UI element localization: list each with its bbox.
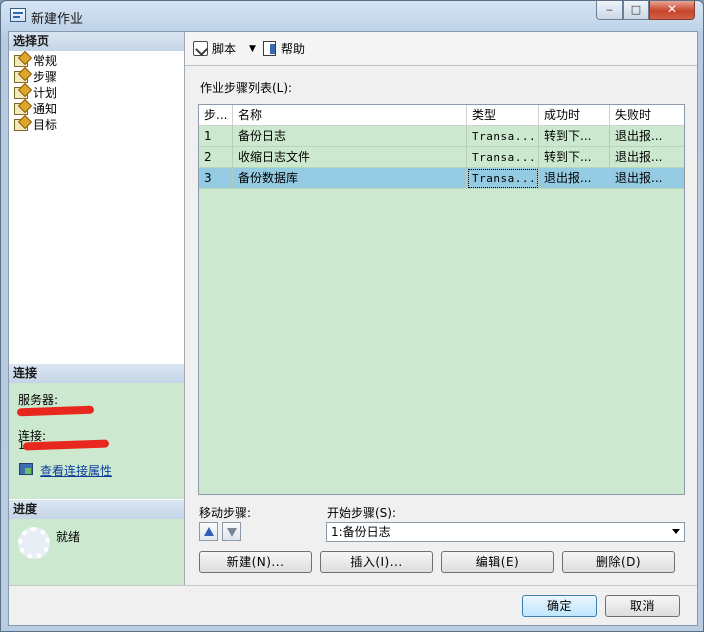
left-panel: 选择页 常规 步骤 计划 通知 目标 连接 服务器: 连接: 1 查看连接属性 … <box>9 32 185 585</box>
nav-item-label: 通知 <box>33 102 58 116</box>
app-icon <box>10 8 26 22</box>
step-number-cell: 1 <box>199 126 233 147</box>
step-type-cell: Transa... <box>467 147 539 168</box>
page-icon <box>14 119 28 131</box>
step-number-cell: 2 <box>199 147 233 168</box>
on-success-cell: 转到下... <box>539 126 610 147</box>
page-icon <box>14 55 28 67</box>
on-failure-cell: 退出报... <box>615 171 663 185</box>
nav-item-general[interactable]: 常规 <box>9 53 184 69</box>
select-page-header: 选择页 <box>9 32 184 51</box>
cancel-button[interactable]: 取消 <box>605 595 680 617</box>
progress-spinner-icon <box>18 527 50 559</box>
on-failure-cell: 退出报... <box>615 129 663 143</box>
help-label: 帮助 <box>281 42 306 56</box>
script-label: 脚本 <box>212 42 237 56</box>
table-row[interactable]: 1 备份日志 Transa... 转到下... 退出报... <box>199 126 684 147</box>
job-steps-list-title: 作业步骤列表(L): <box>200 81 293 95</box>
column-header-type[interactable]: 类型 <box>467 105 539 126</box>
move-down-button[interactable] <box>222 522 241 541</box>
right-panel: 脚本 ▼ 帮助 作业步骤列表(L): 步... 名称 类型 成功时 失败时 1 … <box>185 32 697 585</box>
column-header-on-failure[interactable]: 失败时 <box>610 105 684 126</box>
ok-button[interactable]: 确定 <box>522 595 597 617</box>
page-icon <box>14 87 28 99</box>
redacted-connection <box>22 439 110 451</box>
close-button[interactable]: ✕ <box>649 1 695 20</box>
move-step-label: 移动步骤: <box>199 506 252 520</box>
insert-step-button[interactable]: 插入(I)... <box>320 551 433 573</box>
page-icon <box>14 103 28 115</box>
step-number-cell: 3 <box>199 168 233 189</box>
column-header-name[interactable]: 名称 <box>233 105 467 126</box>
window-title: 新建作业 <box>31 12 84 27</box>
dialog-window: 新建作业 ‒ □ ✕ 选择页 常规 步骤 计划 通知 目标 连接 服务器: 连接… <box>0 0 704 632</box>
delete-step-button[interactable]: 删除(D) <box>562 551 675 573</box>
nav-item-steps[interactable]: 步骤 <box>9 69 184 85</box>
progress-status: 就绪 <box>56 530 81 544</box>
chevron-down-icon[interactable]: ▼ <box>249 41 256 57</box>
connection-properties-icon <box>19 463 33 475</box>
maximize-button[interactable]: □ <box>623 1 649 20</box>
progress-header: 进度 <box>9 500 184 519</box>
new-step-button[interactable]: 新建(N)... <box>199 551 312 573</box>
on-success-cell: 退出报... <box>539 168 610 189</box>
on-failure-cell: 退出报... <box>615 150 663 164</box>
edit-step-button[interactable]: 编辑(E) <box>441 551 554 573</box>
minimize-button[interactable]: ‒ <box>596 1 623 20</box>
step-type-cell: Transa... <box>467 126 539 147</box>
step-name-cell: 备份日志 <box>233 126 467 147</box>
toolbar: 脚本 ▼ 帮助 <box>185 32 697 66</box>
table-row-selected[interactable]: 3 备份数据库 Transa... 退出报... 退出报... <box>199 168 684 189</box>
grid-header-row: 步... 名称 类型 成功时 失败时 <box>199 105 684 126</box>
on-success-cell: 转到下... <box>539 147 610 168</box>
connection-panel: 服务器: 连接: 1 查看连接属性 <box>9 383 184 499</box>
script-button[interactable]: 脚本 ▼ <box>193 41 261 57</box>
nav-item-label: 步骤 <box>33 70 58 84</box>
view-connection-properties-link[interactable]: 查看连接属性 <box>40 462 112 479</box>
redacted-server <box>16 405 95 417</box>
nav-item-label: 计划 <box>33 86 58 100</box>
nav-item-label: 常规 <box>33 54 58 68</box>
table-row[interactable]: 2 收缩日志文件 Transa... 转到下... 退出报... <box>199 147 684 168</box>
step-name-cell: 备份数据库 <box>233 168 467 189</box>
page-icon <box>14 71 28 83</box>
progress-panel: 就绪 <box>9 519 184 585</box>
start-step-value: 1:备份日志 <box>331 525 391 539</box>
help-button[interactable]: 帮助 <box>263 41 315 57</box>
nav-item-notifications[interactable]: 通知 <box>9 101 184 117</box>
footer-divider <box>9 585 697 586</box>
step-name-cell: 收缩日志文件 <box>233 147 467 168</box>
job-steps-grid[interactable]: 步... 名称 类型 成功时 失败时 1 备份日志 Transa... 转到下.… <box>198 104 685 495</box>
help-icon <box>263 41 276 56</box>
nav-item-label: 目标 <box>33 118 58 132</box>
connection-header: 连接 <box>9 364 184 383</box>
nav-item-targets[interactable]: 目标 <box>9 117 184 133</box>
title-bar[interactable]: 新建作业 ‒ □ ✕ <box>1 1 703 31</box>
column-header-step[interactable]: 步... <box>199 105 233 126</box>
server-label: 服务器: <box>18 393 59 407</box>
move-up-button[interactable] <box>199 522 218 541</box>
page-list: 常规 步骤 计划 通知 目标 <box>9 51 184 133</box>
start-step-label: 开始步骤(S): <box>327 506 397 520</box>
nav-item-schedules[interactable]: 计划 <box>9 85 184 101</box>
column-header-on-success[interactable]: 成功时 <box>539 105 610 126</box>
arrow-up-icon <box>204 527 214 536</box>
dialog-client: 选择页 常规 步骤 计划 通知 目标 连接 服务器: 连接: 1 查看连接属性 … <box>8 31 698 626</box>
chevron-down-icon <box>672 529 680 534</box>
arrow-down-icon <box>227 528 237 537</box>
step-type-cell: Transa... <box>467 168 539 189</box>
script-icon <box>193 41 208 56</box>
start-step-select[interactable]: 1:备份日志 <box>326 522 685 542</box>
